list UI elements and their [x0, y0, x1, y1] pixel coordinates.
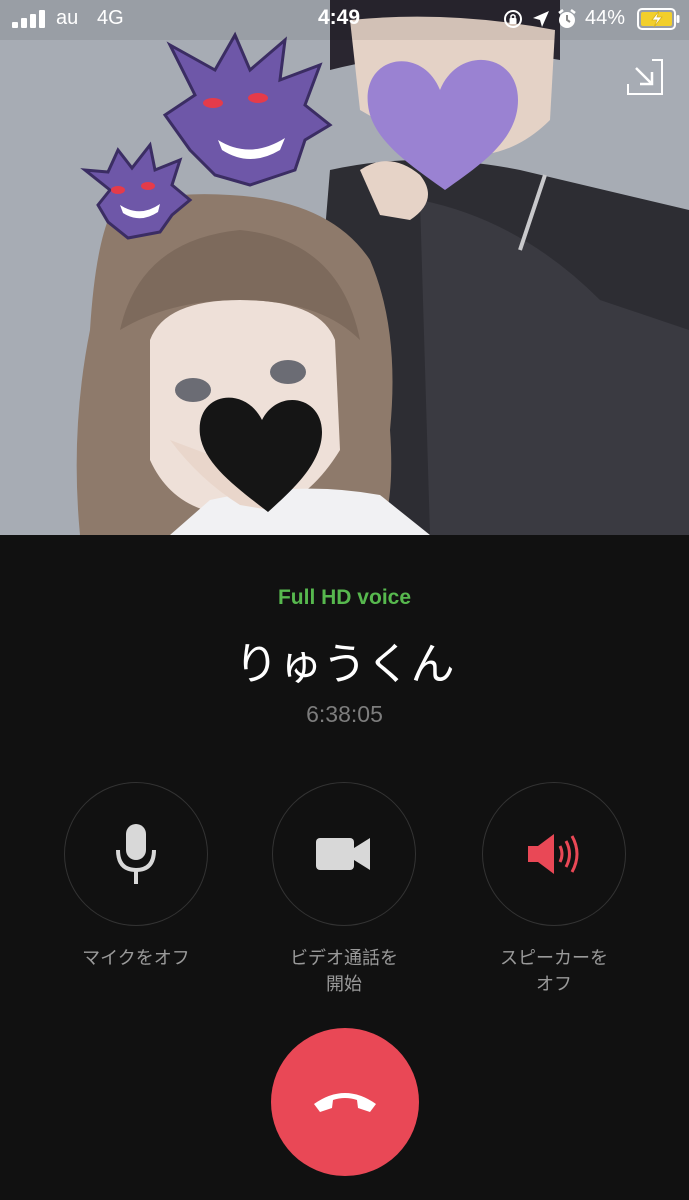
caller-name: りゅうくん — [234, 639, 455, 690]
start-video-label: ビデオ通話を 開始 — [290, 948, 398, 995]
end-call-button[interactable] — [271, 1028, 419, 1176]
video-camera-icon — [316, 838, 370, 870]
network-type: 4G — [97, 7, 124, 29]
mute-mic-label: マイクをオフ — [82, 948, 190, 969]
carrier-label: au — [56, 7, 79, 29]
speaker-toggle-button[interactable] — [482, 782, 626, 926]
start-video-control: ビデオ通話を 開始 — [254, 782, 434, 998]
mute-mic-button[interactable] — [64, 782, 208, 926]
minimize-arrow-icon — [627, 59, 663, 95]
hd-voice-label: Full HD voice — [277, 586, 412, 609]
minimize-call-button[interactable] — [626, 58, 664, 96]
caller-photo: au 4G 4:49 44% — [0, 0, 689, 535]
mute-mic-control: マイクをオフ — [46, 782, 226, 972]
speaker-icon — [528, 834, 579, 874]
battery-percent: 44% — [585, 7, 626, 29]
call-duration: 6:38:05 — [306, 701, 383, 727]
speaker-control: スピーカーを オフ — [464, 782, 644, 998]
clock: 4:49 — [318, 6, 361, 29]
status-bar: au 4G 4:49 44% — [0, 0, 689, 38]
start-video-button[interactable] — [272, 782, 416, 926]
caller-photo-art — [0, 0, 689, 535]
speaker-label: スピーカーを オフ — [500, 948, 608, 995]
microphone-icon — [116, 824, 156, 884]
call-panel: Full HD voice りゅうくん 6:38:05 マイクをオフ ビデオ通話… — [0, 535, 689, 1200]
hang-up-phone-icon — [314, 1093, 376, 1112]
